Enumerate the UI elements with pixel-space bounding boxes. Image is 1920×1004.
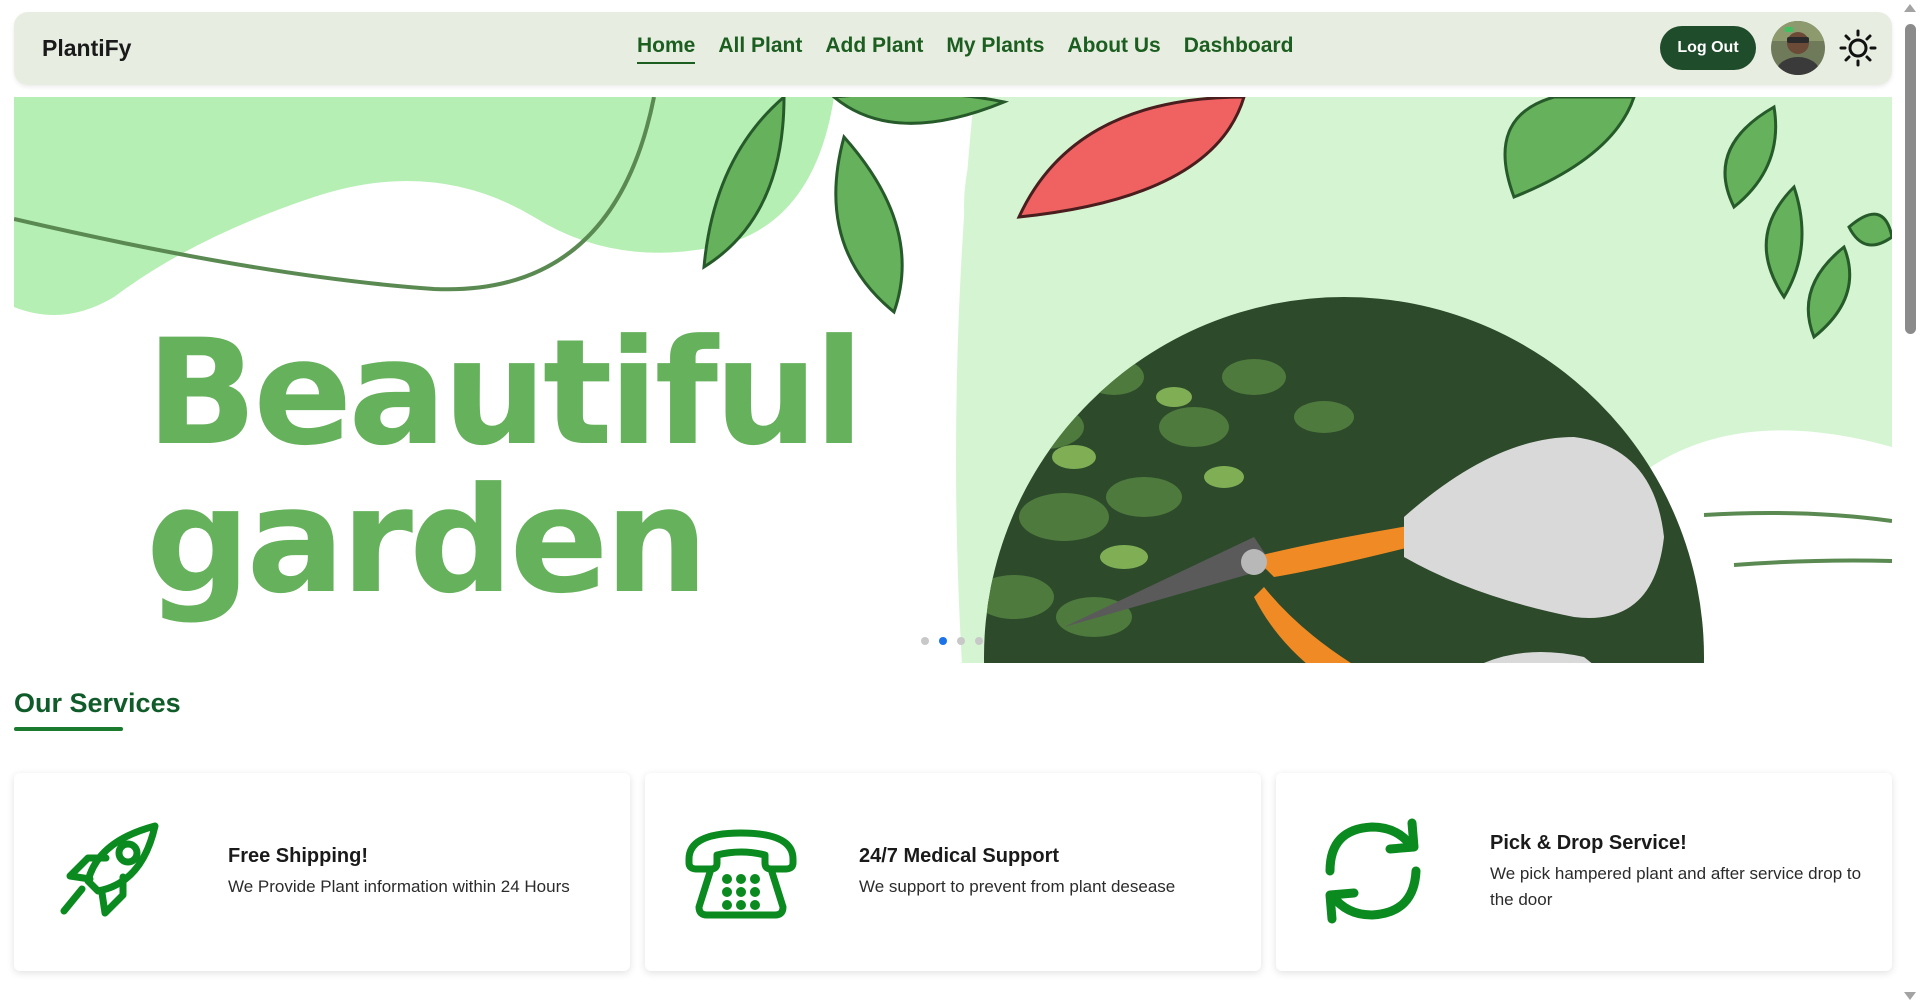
hero-headline: Beautiful garden xyxy=(146,308,864,626)
service-text: 24/7 Medical Support We support to preve… xyxy=(859,773,1239,971)
page-scrollbar[interactable] xyxy=(1900,0,1920,1004)
scroll-up-icon[interactable] xyxy=(1904,4,1916,12)
service-text: Free Shipping! We Provide Plant informat… xyxy=(228,773,608,971)
avatar[interactable] xyxy=(1771,21,1825,75)
nav-link-my-plants[interactable]: My Plants xyxy=(946,34,1044,64)
nav-link-home[interactable]: Home xyxy=(637,34,696,64)
hero-headline-line2: garden xyxy=(146,456,709,626)
logout-button[interactable]: Log Out xyxy=(1660,26,1756,70)
rocket-icon xyxy=(50,811,170,931)
telephone-icon xyxy=(681,811,801,931)
services-underline xyxy=(14,727,123,731)
service-card-support: 24/7 Medical Support We support to preve… xyxy=(645,773,1261,971)
service-card-pickdrop: Pick & Drop Service! We pick hampered pl… xyxy=(1276,773,1892,971)
user-avatar-icon xyxy=(1771,21,1825,75)
refresh-icon xyxy=(1312,811,1432,931)
service-title: 24/7 Medical Support xyxy=(859,844,1060,867)
service-desc: We Provide Plant information within 24 H… xyxy=(228,876,570,896)
nav-link-dashboard[interactable]: Dashboard xyxy=(1184,34,1294,64)
carousel-dots xyxy=(921,637,983,645)
nav-link-all-plant[interactable]: All Plant xyxy=(718,34,802,64)
hero-carousel[interactable]: Beautiful garden xyxy=(14,97,1892,663)
sun-icon xyxy=(1839,29,1877,67)
scroll-down-icon[interactable] xyxy=(1904,992,1916,1000)
services-title: Our Services xyxy=(14,688,181,718)
carousel-dot[interactable] xyxy=(921,637,929,645)
service-title: Free Shipping! xyxy=(228,844,368,867)
scroll-thumb[interactable] xyxy=(1905,24,1916,334)
service-desc: We pick hampered plant and after service… xyxy=(1490,863,1862,909)
service-card-shipping: Free Shipping! We Provide Plant informat… xyxy=(14,773,630,971)
hero-headline-line1: Beautiful xyxy=(146,308,864,478)
service-text: Pick & Drop Service! We pick hampered pl… xyxy=(1490,773,1870,971)
service-title: Pick & Drop Service! xyxy=(1490,831,1687,854)
service-desc: We support to prevent from plant desease xyxy=(859,876,1176,896)
theme-toggle[interactable] xyxy=(1837,27,1879,69)
carousel-dot-active[interactable] xyxy=(939,637,947,645)
nav-links: Home All Plant Add Plant My Plants About… xyxy=(637,34,1293,64)
carousel-dot[interactable] xyxy=(957,637,965,645)
nav-link-about-us[interactable]: About Us xyxy=(1067,34,1160,64)
carousel-dot[interactable] xyxy=(975,637,983,645)
nav-link-add-plant[interactable]: Add Plant xyxy=(825,34,923,64)
navbar: PlantiFy Home All Plant Add Plant My Pla… xyxy=(14,12,1892,85)
brand-logo[interactable]: PlantiFy xyxy=(42,35,131,62)
